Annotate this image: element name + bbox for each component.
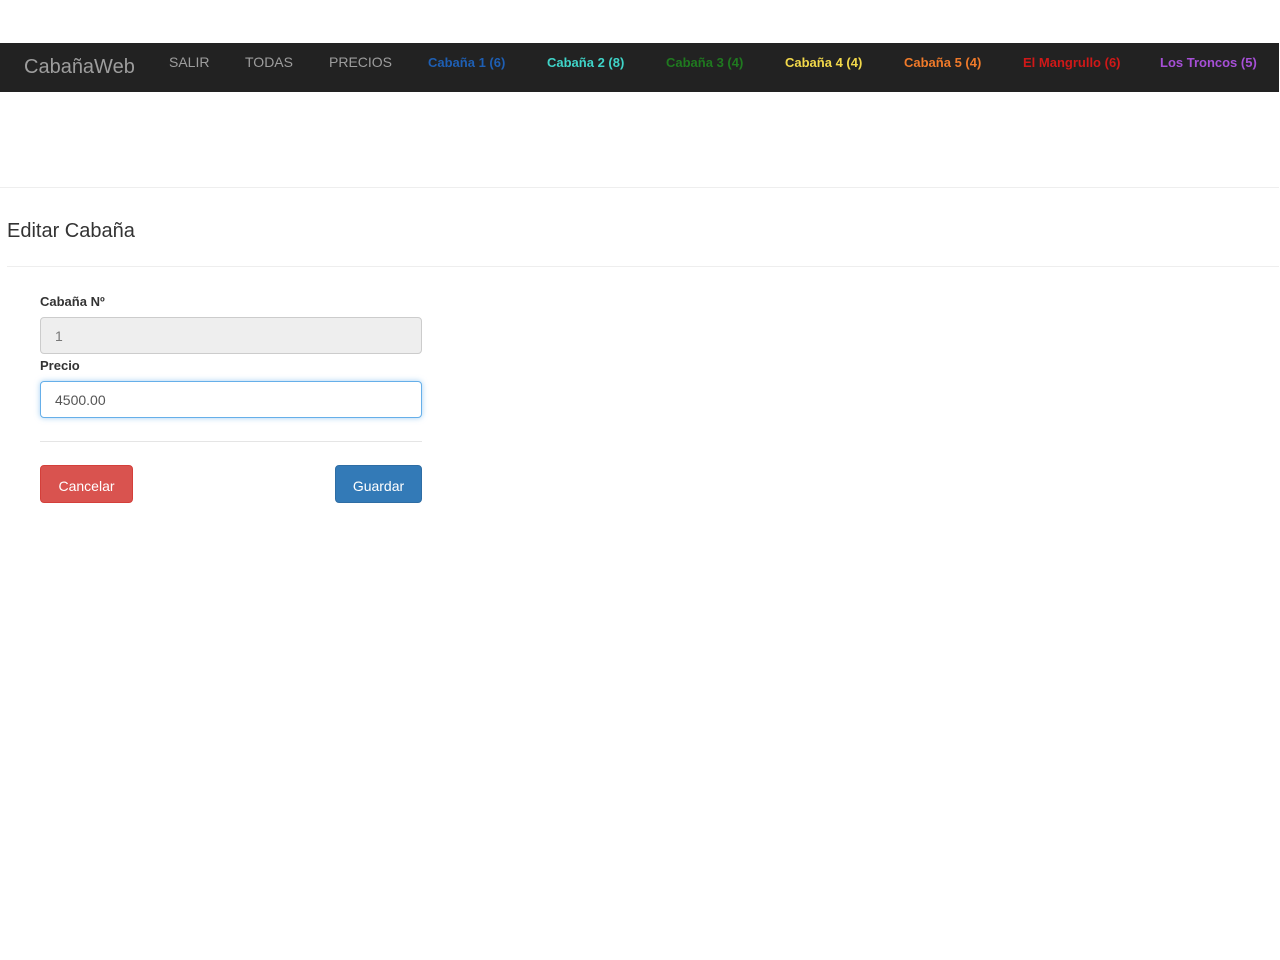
title-divider [7,266,1279,267]
save-button[interactable]: Guardar [335,465,422,503]
nav-link-cabana-2[interactable]: Cabaña 2 (8) [547,43,624,92]
nav-link-todas[interactable]: TODAS [245,43,293,92]
price-field[interactable] [40,381,422,418]
nav-link-los-troncos[interactable]: Los Troncos (5) [1160,43,1257,92]
top-navbar: CabañaWeb SALIR TODAS PRECIOS Cabaña 1 (… [0,43,1279,92]
nav-link-cabana-1[interactable]: Cabaña 1 (6) [428,43,505,92]
page-title: Editar Cabaña [7,220,135,242]
nav-link-cabana-4[interactable]: Cabaña 4 (4) [785,43,862,92]
nav-link-cabana-5[interactable]: Cabaña 5 (4) [904,43,981,92]
form-divider [40,441,422,442]
nav-link-cabana-3[interactable]: Cabaña 3 (4) [666,43,743,92]
cabin-number-label: Cabaña Nº [40,294,105,309]
cancel-button[interactable]: Cancelar [40,465,133,503]
brand-link[interactable]: CabañaWeb [24,43,135,92]
top-divider [0,187,1279,188]
nav-link-precios[interactable]: PRECIOS [329,43,392,92]
nav-link-el-mangrullo[interactable]: El Mangrullo (6) [1023,43,1121,92]
nav-link-salir[interactable]: SALIR [169,43,209,92]
price-label: Precio [40,358,80,373]
cabin-number-field[interactable] [40,317,422,354]
